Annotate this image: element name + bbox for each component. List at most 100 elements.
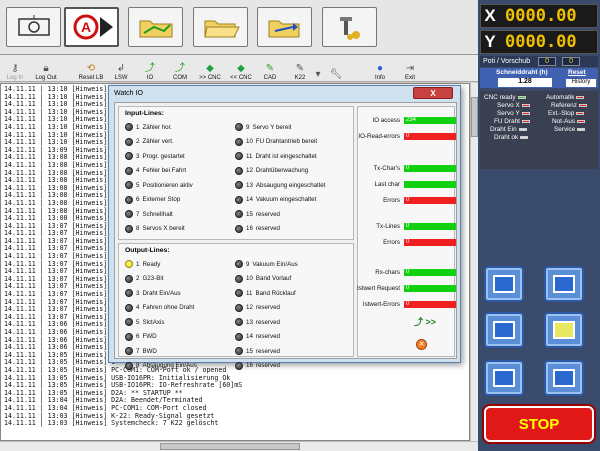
io-led-icon bbox=[125, 210, 133, 218]
io-stat-row: Tx-Lines 0 bbox=[352, 223, 456, 230]
folder-open-button[interactable] bbox=[193, 7, 248, 47]
io-line-inputs-right: 15 reserved bbox=[235, 210, 280, 218]
io-led-icon bbox=[125, 152, 133, 160]
log-vertical-scrollbar[interactable] bbox=[470, 83, 478, 441]
forward-button[interactable] bbox=[544, 360, 584, 396]
io-stat-value: 0 bbox=[404, 197, 456, 204]
io-stat-value: 0 bbox=[404, 301, 456, 308]
io-stat-row: IO access 234 bbox=[352, 117, 456, 124]
io-line-outputs-left: 5 SlctAxis bbox=[125, 318, 164, 326]
lsw-button[interactable]: ↲ LSW bbox=[111, 56, 131, 81]
exit-icon: ⇥ bbox=[405, 63, 415, 74]
log-horizontal-scrollbar[interactable] bbox=[0, 441, 478, 451]
window-icon bbox=[493, 369, 515, 387]
status-draht-ein: Draht Ein bbox=[490, 126, 527, 133]
io-line-label: SlctAxis bbox=[142, 318, 165, 326]
folder-path-icon bbox=[139, 20, 172, 38]
y-axis-display: Y 0000.00 bbox=[480, 30, 598, 54]
io-line-number: 1 bbox=[136, 123, 140, 131]
tools-button[interactable] bbox=[322, 7, 377, 47]
io-led-icon bbox=[125, 123, 133, 131]
reset-link[interactable]: Reset bbox=[568, 69, 586, 76]
io-line-inputs-left: 3 Progr. gestartet bbox=[125, 152, 185, 160]
io-line-label: Fahren ohne Draht bbox=[142, 304, 195, 311]
io-line-inputs-left: 7 Schnellhalt bbox=[125, 210, 173, 218]
io-line-label: reserved bbox=[255, 304, 280, 311]
io-line-outputs-right: 11 Band Rücklauf bbox=[235, 289, 296, 297]
home-mode-button[interactable] bbox=[6, 7, 61, 47]
io-line-label: Servos X bereit bbox=[142, 225, 185, 232]
history-button[interactable]: History bbox=[566, 79, 596, 87]
login-button[interactable]: ⚷ Log In bbox=[4, 56, 26, 81]
jog-right-button[interactable] bbox=[544, 266, 584, 302]
dropdown-arrow-icon: ▾ bbox=[315, 69, 321, 80]
auto-mode-button[interactable]: A bbox=[64, 7, 119, 47]
io-stat-label: Istwert Request bbox=[357, 285, 400, 292]
io-button[interactable]: ⤴ IO bbox=[142, 56, 158, 81]
io-led-icon bbox=[235, 289, 243, 297]
io-led-icon bbox=[235, 166, 243, 175]
io-line-label: reserved bbox=[255, 225, 280, 232]
status-led bbox=[517, 96, 526, 99]
logout-button[interactable]: 🔒︎ Log Out bbox=[30, 56, 62, 81]
exit-button[interactable]: ⇥ Exit bbox=[400, 56, 420, 81]
io-line-inputs-left: 8 Servos X bereit bbox=[125, 224, 185, 233]
wrench-button[interactable]: 🔧︎ bbox=[326, 56, 346, 81]
io-line-number: 3 bbox=[136, 289, 140, 297]
io-icon: ⤴ bbox=[145, 63, 155, 74]
cad-button[interactable]: ✎ CAD bbox=[260, 56, 280, 81]
io-line-label: G23-Bit bbox=[142, 275, 164, 282]
io-line-inputs-right: 13 Absaugung eingeschaltet bbox=[235, 181, 325, 189]
io-stat-label: Istwert-Errors bbox=[362, 301, 400, 308]
io-stat-row: Rx-chars 0 bbox=[352, 269, 456, 276]
io-line-inputs-left: 4 Fehler bei Fahrt bbox=[125, 166, 186, 175]
info-button[interactable]: ● Info bbox=[370, 56, 390, 81]
io-led-icon bbox=[125, 347, 133, 355]
io-line-outputs-left: 8 Absaugung Ein/Aus bbox=[125, 361, 197, 370]
stop-button[interactable]: STOP bbox=[484, 406, 594, 442]
io-led-icon bbox=[235, 224, 243, 233]
io-line-number: 2 bbox=[136, 138, 140, 145]
io-line-inputs-right: 11 Draht ist eingeschaltet bbox=[235, 152, 317, 160]
io-line-label: BWD bbox=[142, 347, 157, 355]
io-led-icon bbox=[125, 166, 133, 175]
io-led-icon bbox=[125, 274, 133, 283]
io-line-number: 11 bbox=[246, 152, 253, 160]
wrench-icon: 🔧︎ bbox=[329, 69, 343, 80]
scroll-thumb[interactable] bbox=[471, 97, 478, 137]
status-servo-y: Servo Y bbox=[497, 110, 530, 117]
dialog-close-button[interactable]: X bbox=[413, 87, 453, 99]
io-line-inputs-right: 10 FU Drahtantrieb bereit bbox=[235, 137, 318, 146]
scroll-thumb[interactable] bbox=[160, 443, 300, 450]
status-led bbox=[576, 96, 585, 99]
status-grid: CNC ready Servo X Servo Y FU Draht Draht… bbox=[480, 91, 598, 169]
tools-icon bbox=[339, 17, 360, 40]
cancel-icon[interactable]: ✕ bbox=[416, 339, 427, 350]
io-line-outputs-right: 12 reserved bbox=[235, 303, 280, 312]
status-not-aus: Not-Aus bbox=[552, 118, 586, 125]
io-line-inputs-left: 2 Zähler vert. bbox=[125, 137, 174, 146]
folder-green-button[interactable] bbox=[128, 7, 183, 47]
io-line-label: reserved bbox=[255, 362, 280, 369]
reset-lb-button[interactable]: ⟲ Reset LB bbox=[74, 56, 108, 81]
io-led-icon bbox=[235, 181, 243, 189]
more-button[interactable]: ⤴ >> bbox=[414, 315, 436, 328]
dialog-body: Input-Lines: 1 Zähler hor. 2 Zähler vert. 3 P… bbox=[114, 102, 457, 370]
window-button[interactable] bbox=[484, 360, 524, 396]
belt-icon bbox=[553, 321, 575, 339]
io-line-outputs-right: 9 Vakuum Ein/Aus bbox=[235, 260, 298, 268]
io-stat-value bbox=[404, 181, 456, 188]
io-line-label: FU Drahtantrieb bereit bbox=[255, 138, 318, 145]
k22-dropdown[interactable]: ▾ bbox=[314, 56, 322, 81]
receive-cnc-button[interactable]: ◆ << CNC bbox=[228, 56, 254, 81]
io-line-label: reserved bbox=[255, 318, 280, 326]
status-led bbox=[520, 136, 529, 139]
send-cnc-button[interactable]: ◆ >> CNC bbox=[197, 56, 223, 81]
wire-feed-button[interactable] bbox=[484, 312, 524, 348]
com-button[interactable]: ⤴ COM bbox=[170, 56, 190, 81]
k22-button[interactable]: ✎ K22 bbox=[290, 56, 310, 81]
belt-button[interactable] bbox=[544, 312, 584, 348]
io-line-number: 12 bbox=[246, 304, 253, 311]
folder-arrow-button[interactable] bbox=[257, 7, 312, 47]
jog-left-button[interactable] bbox=[484, 266, 524, 302]
